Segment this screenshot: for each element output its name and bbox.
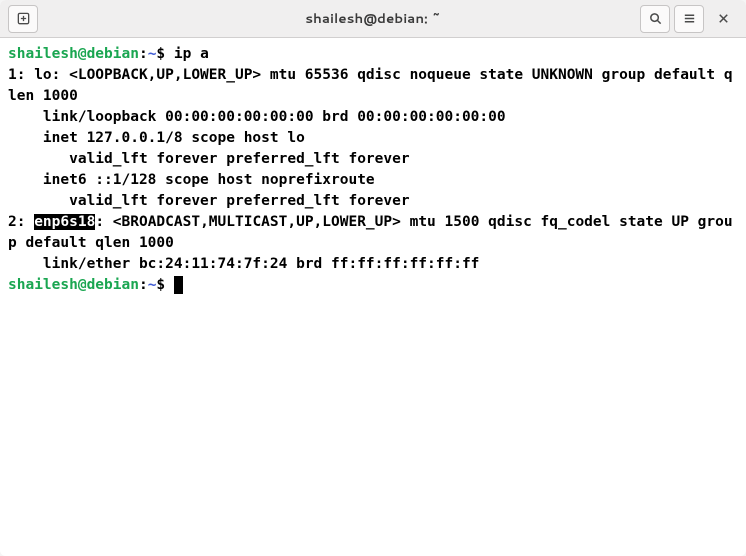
search-icon (648, 11, 663, 26)
terminal-window: shailesh@debian: ~ (0, 0, 746, 556)
window-title: shailesh@debian: ~ (0, 9, 746, 28)
new-tab-button[interactable] (8, 5, 38, 33)
output-line-5: inet6 ::1/128 scope host noprefixroute (8, 172, 375, 188)
prompt-symbol-2: $ (156, 277, 165, 293)
terminal-area[interactable]: shailesh@debian:~$ ip a 1: lo: <LOOPBACK… (0, 38, 746, 556)
close-icon (716, 11, 731, 26)
output-line-4: valid_lft forever preferred_lft forever (8, 151, 410, 167)
output-line-6: valid_lft forever preferred_lft forever (8, 193, 410, 209)
output-line-7-pre: 2: (8, 214, 34, 230)
prompt-symbol: $ (156, 46, 165, 62)
prompt-user-host-2: shailesh@debian (8, 277, 139, 293)
output-line-1: 1: lo: <LOOPBACK,UP,LOWER_UP> mtu 65536 … (8, 67, 733, 104)
highlighted-interface: enp6s18 (34, 214, 95, 230)
close-button[interactable] (708, 5, 738, 33)
output-line-2: link/loopback 00:00:00:00:00:00 brd 00:0… (8, 109, 506, 125)
prompt-2: shailesh@debian:~$ (8, 277, 165, 293)
titlebar-right-group (638, 5, 740, 33)
hamburger-icon (682, 11, 697, 26)
cursor (174, 276, 183, 294)
menu-button[interactable] (674, 5, 704, 33)
prompt-user-host: shailesh@debian (8, 46, 139, 62)
new-tab-icon (16, 11, 31, 26)
prompt-1: shailesh@debian:~$ (8, 46, 165, 62)
output-line-7-post: : <BROADCAST,MULTICAST,UP,LOWER_UP> mtu … (8, 214, 733, 251)
command-1: ip a (174, 46, 209, 62)
titlebar: shailesh@debian: ~ (0, 0, 746, 38)
output-line-8: link/ether bc:24:11:74:7f:24 brd ff:ff:f… (8, 256, 479, 272)
search-button[interactable] (640, 5, 670, 33)
output-line-3: inet 127.0.0.1/8 scope host lo (8, 130, 305, 146)
